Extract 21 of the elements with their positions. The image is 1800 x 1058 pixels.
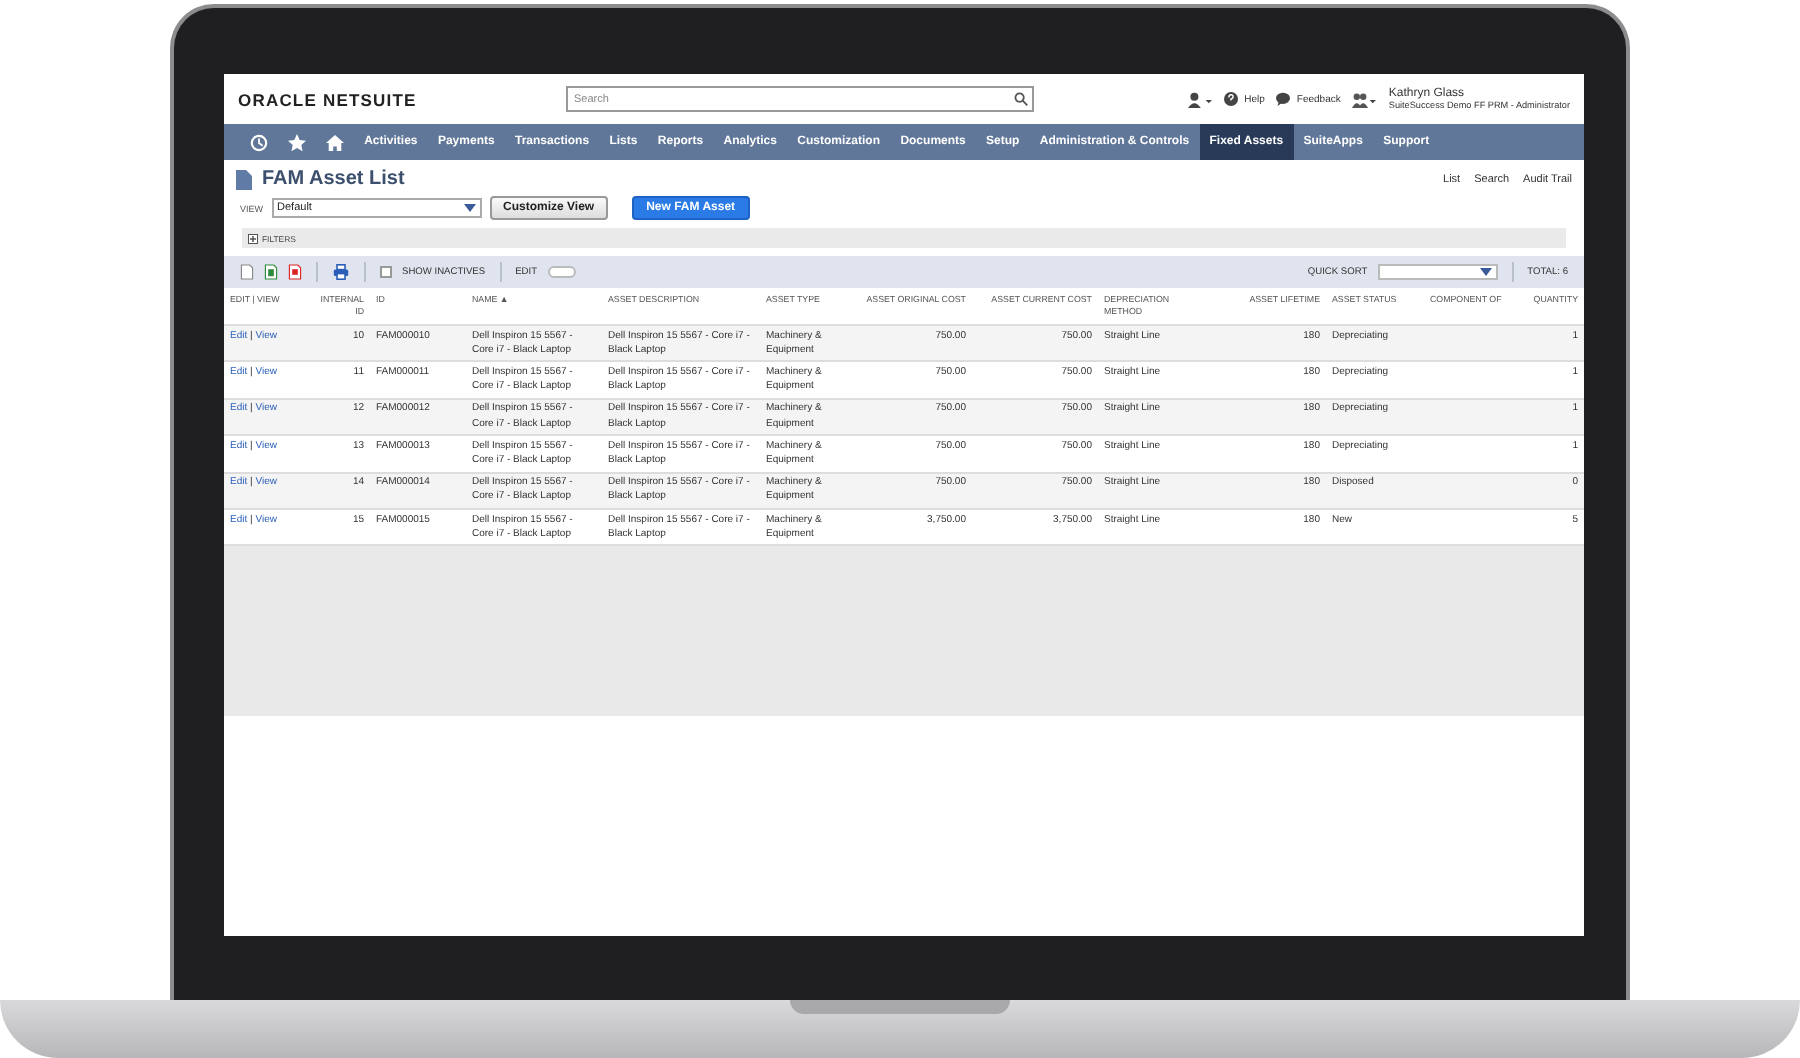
people-icon[interactable]: [1352, 91, 1377, 107]
person-switch-icon[interactable]: [1188, 91, 1213, 107]
star-icon[interactable]: [288, 133, 306, 151]
caret-icon[interactable]: [463, 204, 476, 212]
search-icon: [1014, 92, 1028, 106]
document-icon[interactable]: [240, 264, 254, 280]
clock-icon[interactable]: [250, 133, 268, 151]
help-icon[interactable]: [1224, 92, 1239, 106]
spreadsheet-icon[interactable]: [264, 264, 278, 280]
print-icon[interactable]: [332, 264, 350, 280]
document-icon: [236, 169, 252, 189]
caret-icon[interactable]: [1479, 268, 1492, 276]
home-icon[interactable]: [326, 133, 344, 151]
show-inactives-checkbox[interactable]: [380, 266, 392, 278]
speech-bubble-icon[interactable]: [1276, 92, 1291, 106]
quick-sort-select[interactable]: [1377, 264, 1498, 280]
edit-toggle[interactable]: [547, 266, 576, 278]
page-title: FAM Asset List: [262, 168, 405, 190]
logo[interactable]: ORACLE NETSUITE: [238, 89, 554, 109]
expand-icon[interactable]: [248, 233, 258, 243]
pdf-icon[interactable]: [288, 264, 302, 280]
